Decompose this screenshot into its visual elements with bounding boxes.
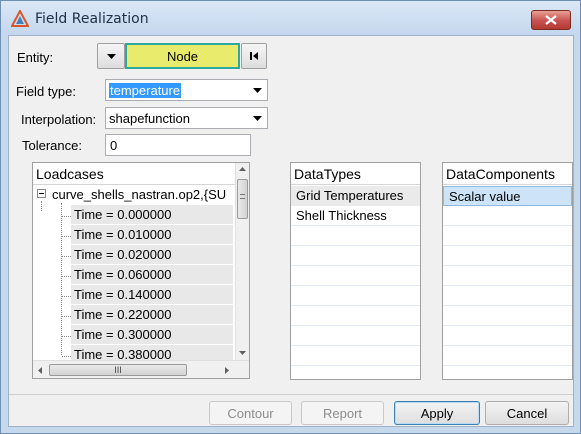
field-realization-dialog: Field Realization Entity: Node Field typ…: [0, 0, 581, 434]
tree-line: [62, 296, 71, 297]
tolerance-label: Tolerance:: [22, 138, 82, 153]
dialog-footer: Contour Report Apply Cancel: [9, 394, 573, 426]
close-button[interactable]: [531, 10, 571, 30]
interpolation-value: shapefunction: [109, 111, 190, 126]
loadcase-item[interactable]: Time = 0.060000: [71, 265, 233, 285]
entity-selector-button[interactable]: Node: [125, 43, 240, 69]
datatypes-header: DataTypes: [291, 163, 420, 185]
field-type-select[interactable]: temperature: [105, 79, 268, 101]
datacomponent-item-selected[interactable]: Scalar value: [443, 186, 572, 206]
apply-button[interactable]: Apply: [394, 401, 480, 425]
datacomponents-panel: DataComponents Scalar value: [442, 162, 573, 380]
interpolation-select[interactable]: shapefunction: [105, 107, 268, 129]
tree-line: [62, 316, 71, 317]
row-divider: [443, 225, 572, 226]
tolerance-value: 0: [110, 138, 118, 153]
scroll-left-icon[interactable]: [38, 367, 42, 374]
row-divider: [291, 345, 420, 346]
chevron-down-icon: [253, 116, 262, 121]
tree-line: [62, 236, 71, 237]
row-divider: [443, 285, 572, 286]
scroll-right-icon[interactable]: [225, 367, 229, 374]
datatype-item[interactable]: Shell Thickness: [291, 206, 420, 226]
close-icon: [545, 15, 557, 25]
chevron-down-icon: [253, 88, 262, 93]
row-divider: [443, 325, 572, 326]
row-divider: [443, 345, 572, 346]
cancel-button[interactable]: Cancel: [485, 401, 569, 425]
interpolation-label: Interpolation:: [21, 112, 97, 127]
loadcase-item[interactable]: Time = 0.000000: [71, 205, 233, 225]
chevron-down-icon: [106, 53, 116, 59]
row-divider: [291, 325, 420, 326]
tree-line: [62, 336, 71, 337]
vertical-scroll-thumb[interactable]: [237, 179, 248, 219]
title-bar[interactable]: Field Realization: [1, 1, 580, 35]
row-divider: [291, 225, 420, 226]
row-divider: [291, 365, 420, 366]
row-divider: [443, 245, 572, 246]
loadcase-item[interactable]: Time = 0.300000: [71, 325, 233, 345]
scroll-down-icon[interactable]: [239, 351, 246, 355]
tree-line: [62, 256, 71, 257]
row-divider: [291, 305, 420, 306]
loadcase-item[interactable]: Time = 0.380000: [71, 345, 233, 360]
field-type-value: temperature: [109, 83, 182, 98]
tolerance-input[interactable]: 0: [105, 134, 251, 156]
field-type-label: Field type:: [16, 84, 76, 99]
horizontal-scroll-thumb[interactable]: III: [49, 364, 187, 376]
row-divider: [443, 305, 572, 306]
tree-line: [62, 356, 71, 357]
entity-label: Entity:: [17, 50, 54, 65]
tree-root-node[interactable]: curve_shells_nastran.op2,{SU: [52, 185, 226, 205]
skip-back-icon: [250, 52, 258, 60]
horizontal-scrollbar[interactable]: III: [33, 360, 249, 378]
scroll-up-icon[interactable]: [239, 167, 246, 171]
entity-reset-button[interactable]: [241, 43, 267, 69]
loadcase-item[interactable]: Time = 0.220000: [71, 305, 233, 325]
row-divider: [291, 265, 420, 266]
datatype-item-selected[interactable]: Grid Temperatures: [291, 186, 420, 206]
loadcase-item[interactable]: Time = 0.140000: [71, 285, 233, 305]
row-divider: [291, 285, 420, 286]
row-divider: [443, 265, 572, 266]
tree-line: [62, 216, 71, 217]
loadcase-item[interactable]: Time = 0.010000: [71, 225, 233, 245]
app-logo-icon: [11, 10, 29, 27]
entity-type-dropdown-button[interactable]: [97, 43, 125, 69]
row-divider: [443, 365, 572, 366]
window-title: Field Realization: [35, 11, 149, 27]
datatypes-panel: DataTypes Grid Temperatures Shell Thickn…: [290, 162, 421, 380]
loadcases-tree: curve_shells_nastran.op2,{SU Time = 0.00…: [33, 185, 235, 360]
dialog-body: Entity: Node Field type: temperature Int…: [8, 35, 574, 427]
loadcase-item[interactable]: Time = 0.020000: [71, 245, 233, 265]
tree-line: [41, 201, 42, 211]
tree-line: [62, 276, 71, 277]
vertical-scrollbar[interactable]: [235, 163, 249, 360]
tree-line: [61, 203, 62, 355]
contour-button[interactable]: Contour: [209, 401, 292, 425]
loadcases-panel: Loadcases curve_shells_nastran.op2,{SU T…: [32, 162, 250, 379]
datacomponents-header: DataComponents: [443, 163, 572, 185]
loadcases-header: Loadcases: [33, 163, 235, 185]
collapse-toggle[interactable]: [37, 189, 46, 198]
row-divider: [291, 245, 420, 246]
report-button[interactable]: Report: [301, 401, 384, 425]
